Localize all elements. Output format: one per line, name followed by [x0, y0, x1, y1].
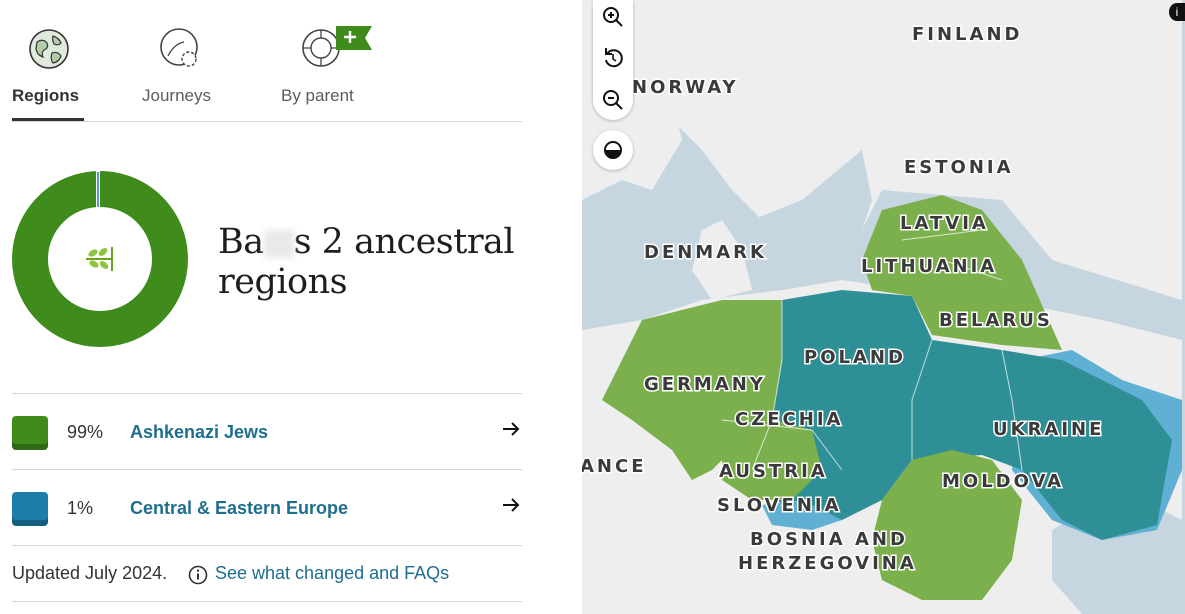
map-label-moldova: MOLDOVA [942, 471, 1064, 492]
map-label-france: ANCE [582, 456, 647, 477]
map-label-czechia: CZECHIA [735, 409, 843, 430]
sprout-icon [86, 247, 113, 271]
map-label-belarus: BELARUS [939, 310, 1053, 331]
region-percent: 99% [67, 422, 104, 442]
map-label-ukraine: UKRAINE [993, 419, 1104, 440]
region-color-swatch [12, 416, 48, 450]
region-name-link[interactable]: Ashkenazi Jews [130, 422, 268, 443]
updated-text: Updated July 2024. [12, 563, 168, 583]
zoom-out-icon[interactable] [597, 84, 629, 116]
map-zoom-controls [593, 0, 633, 120]
map-label-lithuania: LITHUANIA [861, 256, 997, 277]
arrow-right-icon[interactable] [500, 494, 522, 516]
map-label-latvia: LATVIA [900, 213, 989, 234]
tab-regions[interactable]: Regions [12, 20, 92, 121]
heading-name-prefix: Ba [218, 222, 264, 262]
tab-by-parent[interactable]: By parent [280, 20, 390, 120]
map-label-slovenia: SLOVENIA [717, 495, 842, 516]
map-label-poland: POLAND [804, 347, 906, 368]
map-label-finland: FINLAND [912, 24, 1022, 45]
tab-journeys-label: Journeys [142, 86, 211, 105]
map-label-germany: GERMANY [644, 374, 766, 395]
by-parent-icon [302, 26, 372, 67]
globe-icon [29, 29, 69, 69]
reset-icon[interactable] [597, 42, 629, 74]
update-notice: Updated July 2024. See what changed and … [12, 545, 522, 602]
region-row-ashkenazi[interactable]: 99% Ashkenazi Jews [12, 393, 522, 469]
faq-link[interactable]: See what changed and FAQs [215, 563, 449, 584]
contrast-toggle-button[interactable] [593, 130, 633, 170]
tab-by-parent-label: By parent [281, 86, 354, 105]
map-label-norway: NORWAY [632, 77, 739, 98]
info-icon[interactable] [188, 565, 208, 585]
tab-regions-label: Regions [12, 86, 80, 105]
region-percent: 1% [67, 498, 94, 518]
ancestry-map[interactable]: FINLAND NORWAY ESTONIA LATVIA DENMARK LI… [582, 0, 1185, 614]
journeys-icon [160, 28, 198, 67]
region-color-swatch [12, 492, 48, 526]
map-canvas[interactable]: FINLAND NORWAY ESTONIA LATVIA DENMARK LI… [582, 0, 1185, 614]
ancestral-regions-heading: Ba s 2 ancestral regions [218, 222, 558, 302]
ancestry-donut-chart [12, 171, 188, 347]
zoom-in-icon[interactable] [597, 1, 629, 33]
contrast-icon [604, 141, 622, 159]
arrow-right-icon[interactable] [500, 418, 522, 440]
redacted-name [263, 229, 294, 258]
region-row-central-eastern-europe[interactable]: 1% Central & Eastern Europe [12, 469, 522, 545]
map-label-austria: AUSTRIA [719, 461, 828, 482]
map-info-badge[interactable]: i [1169, 3, 1185, 21]
tab-journeys[interactable]: Journeys [140, 20, 240, 120]
left-panel: Regions Journeys By parent Ba s 2 ancest… [0, 0, 582, 614]
map-label-herzegovina: HERZEGOVINA [738, 553, 917, 574]
map-label-denmark: DENMARK [644, 242, 767, 263]
tab-bar: Regions Journeys By parent [12, 20, 522, 122]
region-name-link[interactable]: Central & Eastern Europe [130, 498, 348, 519]
map-label-estonia: ESTONIA [904, 157, 1014, 178]
map-label-bosnia: BOSNIA AND [750, 529, 908, 550]
active-tab-indicator [12, 118, 84, 121]
